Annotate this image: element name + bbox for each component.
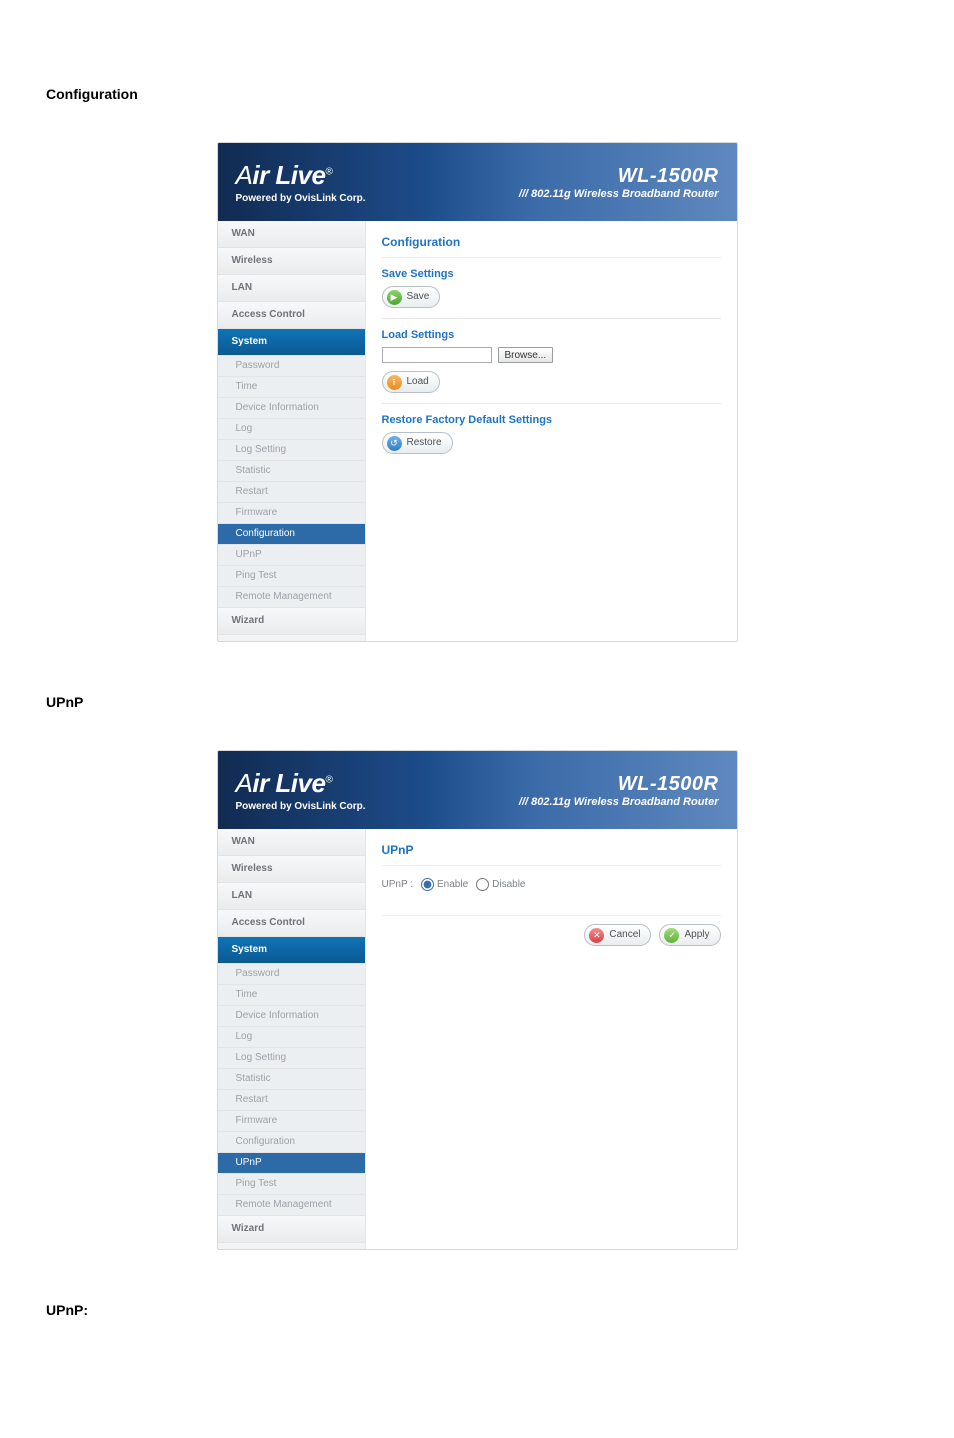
model-name: WL-1500R: [519, 773, 719, 796]
sidebar-sub-configuration[interactable]: Configuration: [218, 524, 365, 545]
screenshot-configuration: Air Live® Powered by OvisLink Corp. WL-1…: [217, 142, 738, 642]
restore-button-label: Restore: [407, 438, 442, 448]
save-button[interactable]: ▶ Save: [382, 286, 441, 308]
sidebar-sub-password[interactable]: Password: [218, 356, 365, 377]
upnp-disable-radio[interactable]: [476, 878, 489, 891]
sidebar-item-wan[interactable]: WAN: [218, 829, 365, 856]
brand-subtext: Powered by OvisLink Corp.: [236, 193, 366, 204]
sidebar-sub-configuration[interactable]: Configuration: [218, 1132, 365, 1153]
sidebar-item-system[interactable]: System: [218, 937, 365, 964]
apply-button-label: Apply: [684, 930, 709, 940]
brand-trademark: ®: [325, 166, 332, 177]
sidebar-sub-ping-test[interactable]: Ping Test: [218, 1174, 365, 1195]
sidebar-sub-log-setting[interactable]: Log Setting: [218, 1048, 365, 1069]
sidebar-sub-upnp[interactable]: UPnP: [218, 545, 365, 566]
sidebar-sub-ping-test[interactable]: Ping Test: [218, 566, 365, 587]
sidebar-sub-log[interactable]: Log: [218, 419, 365, 440]
sidebar-item-wizard[interactable]: Wizard: [218, 1216, 365, 1243]
sidebar-item-lan[interactable]: LAN: [218, 275, 365, 302]
sidebar-item-access-control[interactable]: Access Control: [218, 910, 365, 937]
cancel-button-label: Cancel: [609, 930, 640, 940]
upnp-label: UPnP :: [382, 879, 414, 890]
page-title: UPnP: [382, 839, 721, 866]
load-button-label: Load: [407, 377, 429, 387]
close-icon: ✕: [589, 928, 604, 943]
sidebar-sub-statistic[interactable]: Statistic: [218, 1069, 365, 1090]
sidebar: WAN Wireless LAN Access Control System P…: [218, 829, 366, 1249]
content-area: UPnP UPnP : Enable Disable: [366, 829, 737, 1249]
sidebar-item-wireless[interactable]: Wireless: [218, 856, 365, 883]
sidebar-sub-restart[interactable]: Restart: [218, 482, 365, 503]
load-settings-title: Load Settings: [382, 329, 721, 341]
sidebar-sub-time[interactable]: Time: [218, 377, 365, 398]
sidebar-item-access-control[interactable]: Access Control: [218, 302, 365, 329]
restore-title: Restore Factory Default Settings: [382, 414, 721, 426]
sidebar-sub-firmware[interactable]: Firmware: [218, 503, 365, 524]
sidebar-sub-device-info[interactable]: Device Information: [218, 1006, 365, 1027]
divider: [382, 318, 721, 319]
sidebar-sub-statistic[interactable]: Statistic: [218, 461, 365, 482]
play-icon: ▶: [387, 290, 402, 305]
upnp-enable-radio[interactable]: [421, 878, 434, 891]
sidebar-item-system[interactable]: System: [218, 329, 365, 356]
router-header: Air Live® Powered by OvisLink Corp. WL-1…: [218, 143, 737, 221]
doc-heading-upnp-colon: UPnP:: [46, 1302, 908, 1318]
sidebar-item-wizard[interactable]: Wizard: [218, 608, 365, 635]
divider: [382, 403, 721, 404]
model-name: WL-1500R: [519, 165, 719, 188]
upnp-enable-label: Enable: [437, 879, 468, 890]
sidebar-sub-password[interactable]: Password: [218, 964, 365, 985]
load-file-input[interactable]: [382, 347, 492, 363]
sidebar-sub-log-setting[interactable]: Log Setting: [218, 440, 365, 461]
brand-trademark: ®: [325, 774, 332, 785]
model-subtext: /// 802.11g Wireless Broadband Router: [519, 188, 719, 200]
content-area: Configuration Save Settings ▶ Save Load …: [366, 221, 737, 641]
screenshot-upnp: Air Live® Powered by OvisLink Corp. WL-1…: [217, 750, 738, 1250]
sidebar-item-wireless[interactable]: Wireless: [218, 248, 365, 275]
sidebar-sub-remote-mgmt[interactable]: Remote Management: [218, 587, 365, 608]
sidebar-sub-remote-mgmt[interactable]: Remote Management: [218, 1195, 365, 1216]
upnp-disable-label: Disable: [492, 879, 525, 890]
upnp-enable-option[interactable]: Enable: [421, 878, 468, 891]
brand-subtext: Powered by OvisLink Corp.: [236, 801, 366, 812]
sidebar-sub-log[interactable]: Log: [218, 1027, 365, 1048]
model-subtext: /// 802.11g Wireless Broadband Router: [519, 796, 719, 808]
restore-icon: ↺: [387, 436, 402, 451]
sidebar-sub-time[interactable]: Time: [218, 985, 365, 1006]
load-button[interactable]: ⭱ Load: [382, 371, 440, 393]
sidebar-sub-firmware[interactable]: Firmware: [218, 1111, 365, 1132]
cancel-button[interactable]: ✕ Cancel: [584, 924, 651, 946]
router-header: Air Live® Powered by OvisLink Corp. WL-1…: [218, 751, 737, 829]
restore-button[interactable]: ↺ Restore: [382, 432, 453, 454]
save-button-label: Save: [407, 292, 430, 302]
page-title: Configuration: [382, 231, 721, 258]
browse-button[interactable]: Browse...: [498, 347, 554, 363]
sidebar-item-lan[interactable]: LAN: [218, 883, 365, 910]
browse-button-label: Browse...: [505, 350, 547, 361]
upnp-form-row: UPnP : Enable Disable: [382, 878, 721, 891]
apply-button[interactable]: ✓ Apply: [659, 924, 720, 946]
sidebar-sub-restart[interactable]: Restart: [218, 1090, 365, 1111]
doc-heading-configuration: Configuration: [46, 86, 908, 102]
sidebar: WAN Wireless LAN Access Control System P…: [218, 221, 366, 641]
sidebar-sub-device-info[interactable]: Device Information: [218, 398, 365, 419]
doc-heading-upnp: UPnP: [46, 694, 908, 710]
upnp-disable-option[interactable]: Disable: [476, 878, 525, 891]
brand-logo: Air Live®: [236, 768, 333, 799]
brand-logo: Air Live®: [236, 160, 333, 191]
upload-icon: ⭱: [387, 375, 402, 390]
sidebar-sub-upnp[interactable]: UPnP: [218, 1153, 365, 1174]
sidebar-item-wan[interactable]: WAN: [218, 221, 365, 248]
save-settings-title: Save Settings: [382, 268, 721, 280]
check-icon: ✓: [664, 928, 679, 943]
